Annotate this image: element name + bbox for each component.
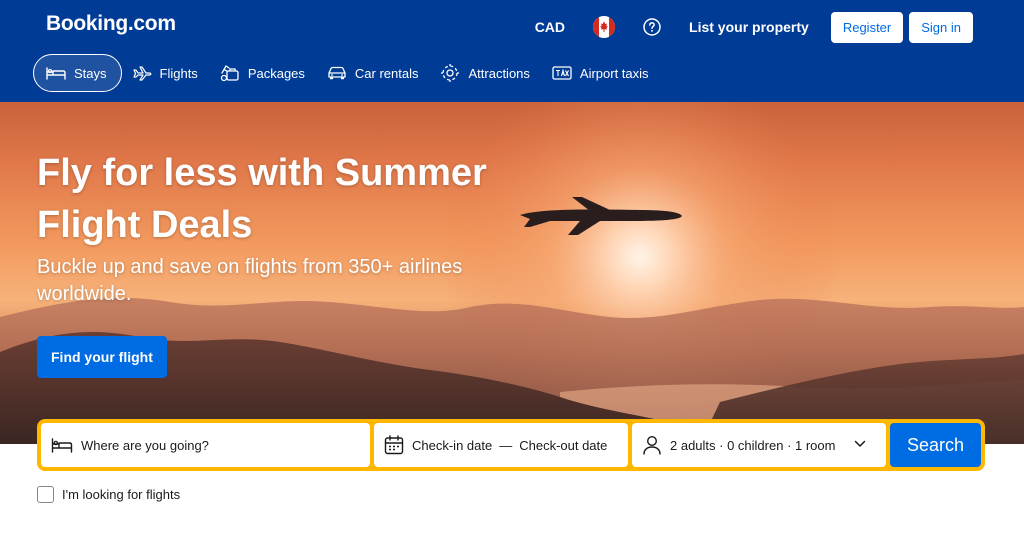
search-bar: Where are you going? Check-in date — Che… [37,419,985,471]
nav-label-stays: Stays [74,65,107,81]
search-button[interactable]: Search [890,423,981,467]
nav-item-flights[interactable]: Flights [124,54,210,92]
nav-label-packages: Packages [247,65,305,81]
calendar-icon [384,435,404,455]
canada-flag-icon[interactable] [593,16,616,38]
nav-item-packages[interactable]: Packages [212,54,317,92]
nav-label-airport-taxis: Airport taxis [579,65,649,81]
hero-subtitle: Buckle up and save on flights from 350+ … [37,256,463,305]
nav-item-car-rentals[interactable]: Car rentals [319,54,431,92]
checkin-label[interactable]: Check-in date [412,438,492,453]
bed-icon [46,67,66,80]
flights-checkbox[interactable] [37,486,54,503]
product-nav: Stays Flights Packages Car rentals Attra… [33,54,663,92]
attractions-icon [441,64,460,82]
find-flight-button[interactable]: Find your flight [37,336,167,378]
flights-checkbox-label[interactable]: I'm looking for flights [62,487,180,502]
date-range-field[interactable]: Check-in date — Check-out date [374,423,628,467]
person-icon [643,435,661,455]
nav-item-attractions[interactable]: Attractions [432,54,541,92]
flights-option[interactable]: I'm looking for flights [37,486,180,503]
nav-label-attractions: Attractions [468,65,530,81]
header-actions: CAD List your property Register Sign in [535,11,973,43]
hero-banner: Fly for less with Summer Flight Deals Bu… [0,102,1024,444]
car-icon [328,66,346,80]
checkout-label[interactable]: Check-out date [519,438,607,453]
taxi-icon [552,66,572,80]
register-button[interactable]: Register [830,11,904,43]
occupancy-field[interactable]: 2 adults · 0 children · 1 room [632,423,886,467]
chevron-down-icon[interactable] [854,440,866,448]
nav-item-stays[interactable]: Stays [33,54,122,92]
plane-icon [132,66,151,81]
destination-field[interactable]: Where are you going? [41,423,370,467]
nav-label-car-rentals: Car rentals [354,65,419,81]
nav-label-flights: Flights [159,65,198,81]
date-separator: — [499,437,513,453]
sign-in-button[interactable]: Sign in [909,11,973,43]
site-header: Booking.com CAD List your property Regis… [0,0,1024,102]
currency-selector[interactable]: CAD [535,19,565,35]
nav-item-airport-taxis[interactable]: Airport taxis [544,54,661,92]
booking-logo[interactable]: Booking.com [46,12,176,36]
list-property-link[interactable]: List your property [689,19,809,35]
occupancy-summary: 2 adults · 0 children · 1 room [670,437,836,453]
destination-placeholder: Where are you going? [81,437,209,453]
help-icon[interactable] [643,18,661,36]
packages-icon [220,65,239,82]
hero-title: Fly for less with Summer Flight Deals [37,152,487,246]
bed-icon [51,438,73,453]
